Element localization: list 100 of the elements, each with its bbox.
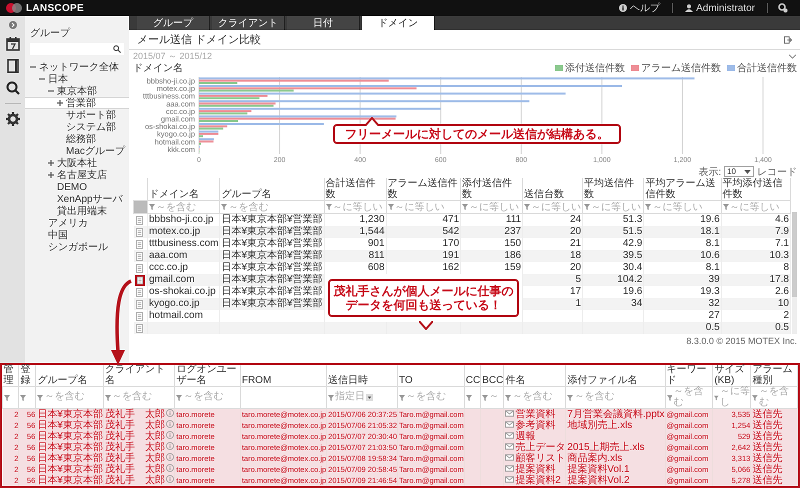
tree-item[interactable]: アメリカ [25,217,129,229]
column-header[interactable]: 管理 [2,365,19,386]
info-icon[interactable] [166,475,174,483]
toggle-icon[interactable] [57,100,63,106]
toggle-icon[interactable] [48,160,54,166]
filter-icon [666,394,672,400]
column-header[interactable]: FROM [240,365,327,386]
filter-icon [149,204,155,210]
filter-icon [524,204,530,210]
collapse-icon[interactable] [8,21,16,29]
column-header[interactable]: 添付送信件数 [460,178,523,200]
table-cell: 32 [708,298,720,309]
toggle-icon[interactable] [48,172,54,178]
search-icon[interactable] [113,45,121,53]
table-cell: 20 [570,226,582,237]
table-cell: 送信先 [752,453,782,464]
column-header[interactable]: 平均送信件数 [582,178,644,200]
tree-item[interactable]: DEMO [25,181,129,193]
filter-icon [4,394,10,400]
tree-item[interactable]: 営業部 [25,97,129,109]
tree-item[interactable]: 日本 [25,73,129,85]
tree-item[interactable]: 中国 [25,229,129,241]
tree-item[interactable]: サポート部 [25,109,129,121]
table-cell: 日本¥東京本部¥営業部 [221,262,323,273]
tab[interactable]: ドメイン [362,16,435,30]
tree-item[interactable]: ネットワーク全体 [25,61,129,73]
tree-item[interactable]: XenAppサーバ [25,193,129,205]
column-header[interactable]: BCC [480,365,504,386]
table-cell: 24 [570,214,582,225]
column-header[interactable]: ドメイン名 [148,178,220,200]
table-cell: 日本¥東京本部 [37,475,103,486]
user-menu[interactable]: Administrator [677,2,763,14]
mail-icon [505,443,514,450]
tab[interactable]: クライアント [212,16,285,30]
column-header[interactable]: ログオンユーザー名 [174,365,240,386]
column-header[interactable]: CC [464,365,481,386]
tree-item[interactable]: 総務部 [25,133,129,145]
tree-item[interactable]: 大阪本社 [25,157,129,169]
tree-item[interactable]: 貸出用端末 [25,205,129,217]
column-header[interactable]: アラーム送信件数 [386,178,461,200]
table-cell: 地域別売上.xls [567,420,632,431]
info-icon[interactable] [166,409,174,417]
table-cell: 茂礼手 太郎 [104,420,165,431]
column-header[interactable]: アラーム種別 [750,365,798,386]
tab[interactable]: 日付 [287,16,360,30]
table-cell: 茂礼手 太郎 [104,475,165,486]
table-cell: 1,544 [359,226,385,237]
tree-item[interactable]: システム部 [25,121,129,133]
chevron-down-icon[interactable] [788,54,797,58]
search-field[interactable] [30,43,124,55]
document-icon[interactable] [136,276,142,284]
column-header[interactable]: 添付ファイル名 [566,365,666,386]
page-size-select[interactable]: 10 [724,166,754,177]
column-header[interactable]: 件名 [504,365,566,386]
info-icon[interactable] [166,453,174,461]
table-cell: 提案資料Vol.1 [567,464,630,475]
table-cell: 茂礼手 太郎 [104,442,165,453]
column-header[interactable]: グループ名 [220,178,324,200]
column-header[interactable]: 平均アラーム送信件数 [644,178,722,200]
table-cell: 茂礼手 太郎 [104,409,165,420]
column-header[interactable]: サイズ (KB) [712,365,751,386]
tab[interactable]: グループ [137,16,210,30]
app-logo: LANSCOPE [26,2,84,14]
search-icon[interactable] [6,81,20,95]
export-icon[interactable] [784,36,792,44]
book-icon[interactable] [6,59,20,73]
column-header[interactable]: キーワード [665,365,713,386]
table-cell: 608 [368,262,385,273]
column-header[interactable]: 合計送信件数 [324,178,386,200]
table-cell: 19.3 [700,286,720,297]
help-link[interactable]: ヘルプ [611,1,668,15]
tree-item[interactable]: シンガポール [25,241,129,253]
info-icon[interactable] [166,464,174,472]
info-icon[interactable] [166,442,174,450]
column-header[interactable]: 送信日時 [326,365,398,386]
column-header[interactable]: グループ名 [36,365,104,386]
tree-item[interactable]: 名古屋支店 [25,169,129,181]
table-cell: 901 [368,238,385,249]
filter-icon [645,204,652,210]
table-cell: os-shokai.co.jp [149,286,216,297]
info-icon[interactable] [166,420,174,428]
column-header[interactable]: クライアント名 [103,365,175,386]
callout: 茂礼手さんが個人メールに仕事のデータを何回も送っている！ [328,279,519,317]
column-header[interactable]: 送信台数 [522,178,583,200]
scrollbar[interactable] [792,212,797,334]
column-header[interactable]: 登録 [18,365,36,386]
column-header[interactable]: 平均添付送信件数 [721,178,790,200]
caret-icon[interactable] [366,394,374,401]
table-cell: 日本¥東京本部 [37,431,103,442]
table-cell: 茂礼手 太郎 [104,453,165,464]
tree-item[interactable]: 東京本部 [25,85,129,97]
table-cell: 1,230 [359,214,385,225]
column-header[interactable]: TO [398,365,464,386]
table-cell: 104.2 [617,274,642,285]
table-cell: 提案資料2 [515,475,561,486]
calendar-icon[interactable] [6,37,20,51]
table-cell: 提案資料 [515,464,556,475]
info-icon[interactable] [166,431,174,439]
tree-item[interactable]: Macグループ [25,145,129,157]
mail-icon [505,476,514,483]
